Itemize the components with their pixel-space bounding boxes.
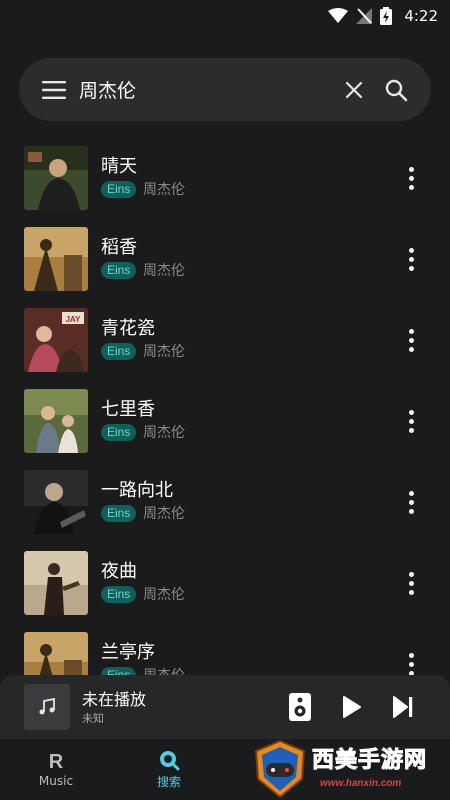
source-badge: Eins bbox=[101, 505, 137, 522]
status-bar: 4:22 bbox=[0, 0, 450, 32]
source-badge: Eins bbox=[101, 586, 137, 603]
song-title: 夜曲 bbox=[101, 561, 137, 582]
no-signal-icon bbox=[356, 8, 373, 24]
mini-player[interactable]: 未在播放 未知 bbox=[0, 675, 450, 739]
artist-name: 周杰伦 bbox=[143, 506, 185, 522]
more-options-button[interactable] bbox=[396, 244, 426, 274]
menu-button[interactable] bbox=[35, 71, 73, 109]
song-title: 稻香 bbox=[101, 237, 137, 258]
song-item[interactable]: 一路向北 Eins 周杰伦 bbox=[0, 464, 450, 540]
source-badge: Eins bbox=[101, 262, 137, 279]
next-track-button[interactable] bbox=[385, 689, 421, 725]
watermark-text: 西美手游网 bbox=[311, 748, 428, 774]
album-cover bbox=[24, 470, 88, 534]
more-options-button[interactable] bbox=[396, 487, 426, 517]
album-cover bbox=[24, 146, 88, 210]
source-badge: Eins bbox=[101, 667, 137, 675]
album-cover: JAY bbox=[24, 308, 88, 372]
album-cover bbox=[24, 227, 88, 291]
gamepad-logo-icon bbox=[254, 739, 306, 799]
skip-next-icon bbox=[393, 696, 413, 718]
music-app-icon: R bbox=[48, 750, 64, 773]
clear-search-button[interactable] bbox=[335, 71, 373, 109]
music-note-icon bbox=[39, 697, 55, 715]
search-bar: 周杰伦 bbox=[19, 58, 431, 121]
source-badge: Eins bbox=[101, 424, 137, 441]
nav-music-tab[interactable]: R Music bbox=[20, 739, 92, 800]
nav-search-label: 搜索 bbox=[156, 775, 181, 789]
album-cover bbox=[24, 389, 88, 453]
album-cover bbox=[24, 632, 88, 675]
artist-name: 周杰伦 bbox=[143, 587, 185, 603]
play-button[interactable] bbox=[334, 689, 370, 725]
source-badge: Eins bbox=[101, 181, 137, 198]
speaker-icon bbox=[289, 693, 311, 721]
play-icon bbox=[343, 696, 361, 718]
song-item[interactable]: 七里香 Eins 周杰伦 bbox=[0, 383, 450, 459]
search-icon bbox=[385, 79, 408, 101]
artist-name: 周杰伦 bbox=[143, 344, 185, 360]
wifi-icon bbox=[328, 8, 349, 24]
hamburger-menu-icon bbox=[42, 80, 66, 99]
song-title: 一路向北 bbox=[101, 480, 173, 501]
source-badge: Eins bbox=[101, 343, 137, 360]
more-options-button[interactable] bbox=[396, 649, 426, 675]
more-options-button[interactable] bbox=[396, 568, 426, 598]
song-item[interactable]: 稻香 Eins 周杰伦 bbox=[0, 221, 450, 297]
song-title: 兰亭序 bbox=[101, 642, 155, 663]
search-input[interactable]: 周杰伦 bbox=[73, 76, 335, 103]
more-options-button[interactable] bbox=[396, 406, 426, 436]
song-item[interactable]: 兰亭序 Eins 周杰伦 bbox=[0, 626, 450, 675]
more-options-button[interactable] bbox=[396, 163, 426, 193]
artist-name: 周杰伦 bbox=[143, 425, 185, 441]
artist-name: 周杰伦 bbox=[143, 182, 185, 198]
now-playing-title: 未在播放 bbox=[82, 690, 147, 709]
speaker-button[interactable] bbox=[282, 689, 318, 725]
battery-charging-icon bbox=[380, 7, 393, 25]
nav-music-label: Music bbox=[38, 773, 74, 788]
search-button[interactable] bbox=[377, 71, 415, 109]
song-title: 晴天 bbox=[101, 156, 137, 177]
nav-search-tab[interactable]: 搜索 bbox=[133, 739, 205, 800]
watermark-url: www.hanxin.com bbox=[320, 778, 402, 789]
song-list: 晴天 Eins 周杰伦 稻香 Eins 周杰伦 JAY 青花瓷 Eins 周杰伦… bbox=[0, 140, 450, 675]
now-playing-artist: 未知 bbox=[82, 712, 104, 725]
song-item[interactable]: JAY 青花瓷 Eins 周杰伦 bbox=[0, 302, 450, 378]
search-icon bbox=[160, 751, 180, 771]
watermark: 西美手游网 www.hanxin.com bbox=[252, 738, 450, 800]
album-cover bbox=[24, 551, 88, 615]
close-icon bbox=[345, 81, 363, 98]
artist-name: 周杰伦 bbox=[143, 263, 185, 279]
svg-text:JAY: JAY bbox=[66, 315, 81, 324]
song-item[interactable]: 晴天 Eins 周杰伦 bbox=[0, 140, 450, 216]
artist-name: 周杰伦 bbox=[143, 665, 185, 675]
clock: 4:22 bbox=[404, 7, 438, 25]
song-title: 青花瓷 bbox=[101, 318, 155, 339]
more-options-button[interactable] bbox=[396, 325, 426, 355]
now-playing-cover bbox=[24, 684, 70, 730]
song-item[interactable]: 夜曲 Eins 周杰伦 bbox=[0, 545, 450, 621]
song-title: 七里香 bbox=[101, 399, 155, 420]
